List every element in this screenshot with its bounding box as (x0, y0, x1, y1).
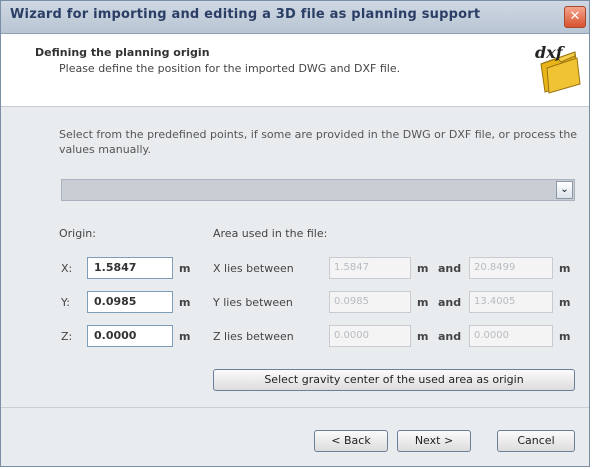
origin-z-label: Z: (61, 330, 73, 343)
y-min-unit: m (417, 296, 429, 309)
origin-x-unit: m (179, 262, 191, 275)
z-lies-between-label: Z lies between (213, 330, 294, 343)
z-min-field: 0.0000 (329, 325, 411, 347)
wizard-content: Select from the predefined points, if so… (1, 107, 589, 407)
z-max-unit: m (559, 330, 571, 343)
origin-label: Origin: (59, 227, 96, 240)
y-max-field: 13.4005 (469, 291, 553, 313)
wizard-header: Defining the planning origin Please defi… (1, 34, 589, 107)
origin-y-input[interactable]: 0.0985 (87, 291, 173, 313)
x-max-field: 20.8499 (469, 257, 553, 279)
x-max-unit: m (559, 262, 571, 275)
origin-y-unit: m (179, 296, 191, 309)
y-lies-between-label: Y lies between (213, 296, 293, 309)
origin-z-input[interactable]: 0.0000 (87, 325, 173, 347)
z-min-unit: m (417, 330, 429, 343)
predefined-points-dropdown[interactable]: ⌄ (61, 179, 575, 201)
select-gravity-center-button[interactable]: Select gravity center of the used area a… (213, 369, 575, 391)
back-button[interactable]: < Back (314, 430, 388, 452)
y-and-label: and (438, 296, 462, 309)
area-label: Area used in the file: (213, 227, 328, 240)
wizard-window: Wizard for importing and editing a 3D fi… (0, 0, 590, 467)
title-bar[interactable]: Wizard for importing and editing a 3D fi… (1, 1, 589, 34)
cancel-button[interactable]: Cancel (497, 430, 575, 452)
instructions-text: Select from the predefined points, if so… (59, 128, 578, 156)
dxf-icon-text: dxf (535, 43, 566, 62)
y-max-unit: m (559, 296, 571, 309)
close-icon[interactable]: ✕ (564, 6, 586, 28)
x-and-label: and (438, 262, 462, 275)
step-title: Defining the planning origin (35, 46, 210, 59)
dxf-folder-icon: dxf (535, 43, 581, 94)
origin-x-label: X: (61, 262, 73, 275)
z-and-label: and (438, 330, 462, 343)
y-min-field: 0.0985 (329, 291, 411, 313)
z-max-field: 0.0000 (469, 325, 553, 347)
origin-y-label: Y: (61, 296, 70, 309)
chevron-down-icon[interactable]: ⌄ (556, 181, 573, 199)
x-min-field: 1.5847 (329, 257, 411, 279)
step-subtitle: Please define the position for the impor… (59, 62, 401, 75)
x-lies-between-label: X lies between (213, 262, 294, 275)
origin-x-input[interactable]: 1.5847 (87, 257, 173, 279)
window-title: Wizard for importing and editing a 3D fi… (10, 7, 481, 22)
origin-z-unit: m (179, 330, 191, 343)
x-min-unit: m (417, 262, 429, 275)
wizard-footer: < Back Next > Cancel (1, 407, 589, 468)
next-button[interactable]: Next > (397, 430, 471, 452)
